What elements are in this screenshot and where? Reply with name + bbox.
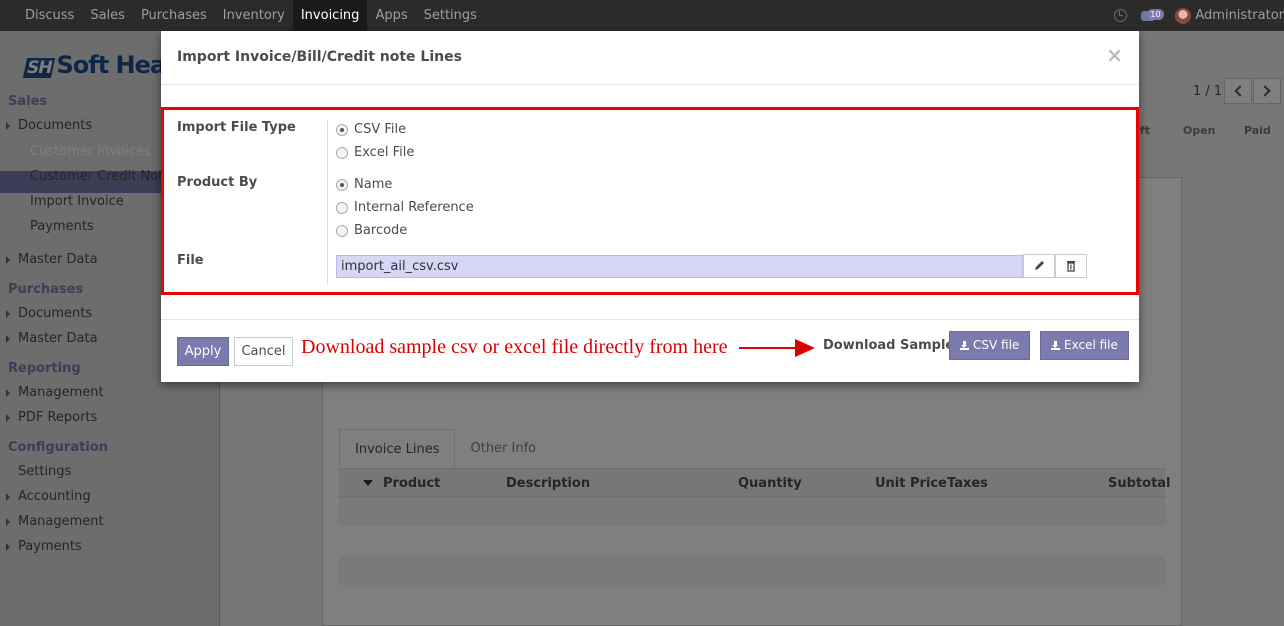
file-input[interactable]: import_ail_csv.csv: [336, 255, 1023, 278]
nav-sales[interactable]: Sales: [82, 0, 133, 31]
import-file-type-label: Import File Type: [177, 120, 296, 135]
nav-settings[interactable]: Settings: [416, 0, 485, 31]
download-csv-button[interactable]: CSV file: [949, 331, 1031, 360]
download-sample-label: Download Sample:: [823, 338, 960, 353]
apply-button[interactable]: Apply: [177, 337, 229, 366]
radio-label: Name: [354, 177, 393, 192]
edit-file-button[interactable]: [1023, 254, 1055, 278]
file-label: File: [177, 253, 204, 268]
radio-label: CSV File: [354, 122, 407, 137]
dialog-header: Import Invoice/Bill/Credit note Lines ×: [161, 31, 1139, 85]
radio-barcode[interactable]: Barcode: [336, 223, 407, 238]
messaging-icon[interactable]: 10: [1141, 8, 1164, 21]
field-separator: [327, 120, 328, 284]
pencil-icon: [1035, 261, 1044, 270]
radio-label: Barcode: [354, 223, 408, 238]
close-icon[interactable]: ×: [1106, 43, 1123, 67]
clear-file-button[interactable]: [1055, 254, 1087, 278]
download-icon: [960, 341, 969, 350]
radio-checked-icon[interactable]: [336, 178, 348, 191]
activity-clock-icon[interactable]: [1114, 9, 1128, 22]
message-count-badge: 10: [1147, 8, 1164, 20]
download-excel-button[interactable]: Excel file: [1040, 331, 1129, 360]
navbar-systray: 10 Administrator: [1114, 0, 1284, 31]
nav-inventory[interactable]: Inventory: [215, 0, 293, 31]
arrow-right-icon: [795, 339, 815, 357]
radio-checked-icon[interactable]: [336, 123, 348, 136]
dialog-footer: Apply Cancel Download sample csv or exce…: [161, 319, 1139, 382]
radio-unchecked-icon[interactable]: [336, 224, 348, 237]
radio-excel-file[interactable]: Excel File: [336, 145, 414, 160]
radio-unchecked-icon[interactable]: [336, 201, 348, 214]
excel-button-label: Excel file: [1064, 338, 1118, 352]
annotation-text: Download sample csv or excel file direct…: [301, 336, 728, 358]
radio-name[interactable]: Name: [336, 177, 392, 192]
trash-icon: [1067, 261, 1075, 272]
user-menu[interactable]: Administrator: [1195, 8, 1284, 23]
nav-discuss[interactable]: Discuss: [0, 0, 82, 31]
radio-label: Excel File: [354, 145, 415, 160]
radio-label: Internal Reference: [354, 200, 474, 215]
radio-unchecked-icon[interactable]: [336, 146, 348, 159]
csv-button-label: CSV file: [973, 338, 1020, 352]
radio-internal-reference[interactable]: Internal Reference: [336, 200, 474, 215]
nav-apps[interactable]: Apps: [367, 0, 415, 31]
nav-invoicing[interactable]: Invoicing: [292, 0, 368, 31]
user-avatar[interactable]: [1175, 7, 1192, 24]
nav-purchases[interactable]: Purchases: [133, 0, 215, 31]
cancel-button[interactable]: Cancel: [234, 337, 293, 366]
dialog-title: Import Invoice/Bill/Credit note Lines: [177, 49, 462, 65]
product-by-label: Product By: [177, 175, 258, 190]
top-navbar: Discuss Sales Purchases Inventory Invoic…: [0, 0, 1284, 31]
download-icon: [1051, 341, 1060, 350]
arrow-line: [739, 347, 801, 349]
import-dialog: Import Invoice/Bill/Credit note Lines × …: [161, 31, 1139, 382]
radio-csv-file[interactable]: CSV File: [336, 122, 406, 137]
